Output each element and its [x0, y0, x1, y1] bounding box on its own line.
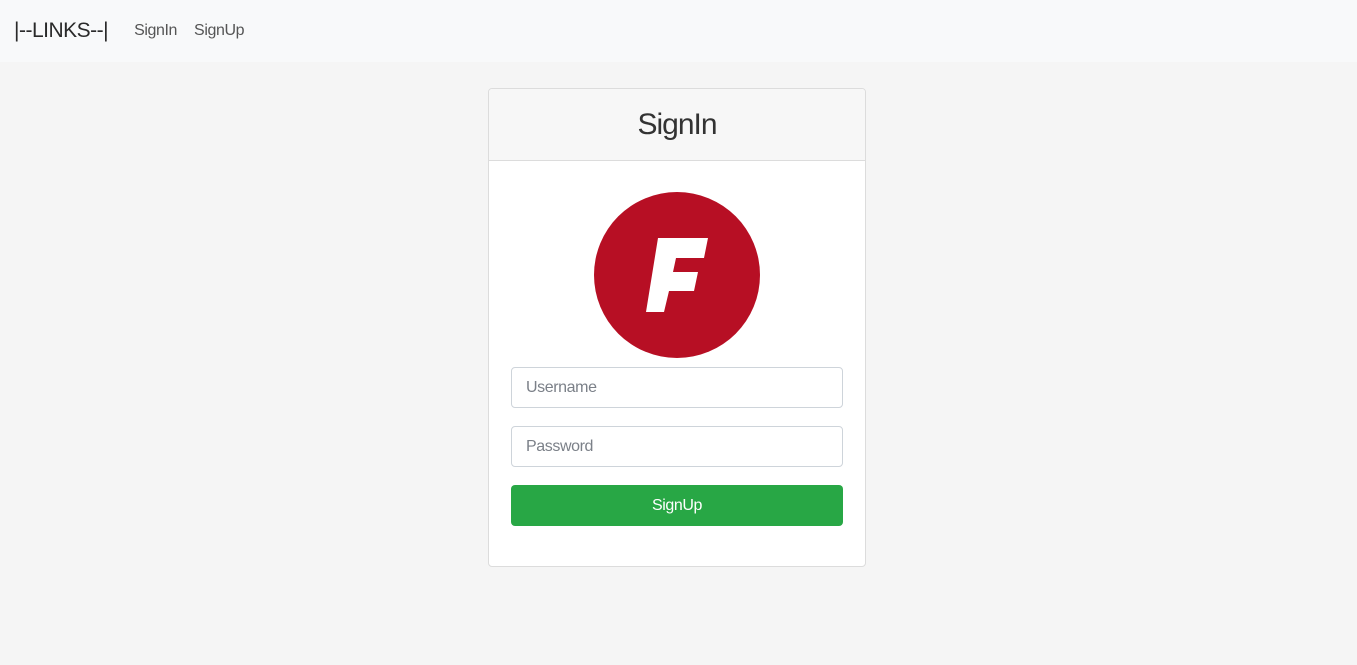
card-header: SignIn	[489, 89, 865, 161]
card-title: SignIn	[637, 107, 717, 141]
nav-link-signin[interactable]: SignIn	[134, 22, 177, 40]
navbar: |--LINKS--| SignIn SignUp	[0, 0, 1357, 62]
password-input[interactable]	[511, 426, 843, 467]
nav-link-signup[interactable]: SignUp	[194, 22, 244, 40]
f-letter-icon	[646, 238, 708, 312]
f-logo-icon	[594, 192, 760, 358]
brand-link[interactable]: |--LINKS--|	[14, 19, 109, 43]
username-input[interactable]	[511, 367, 843, 408]
signup-button[interactable]: SignUp	[511, 485, 843, 526]
signin-card: SignIn SignUp	[488, 88, 866, 567]
